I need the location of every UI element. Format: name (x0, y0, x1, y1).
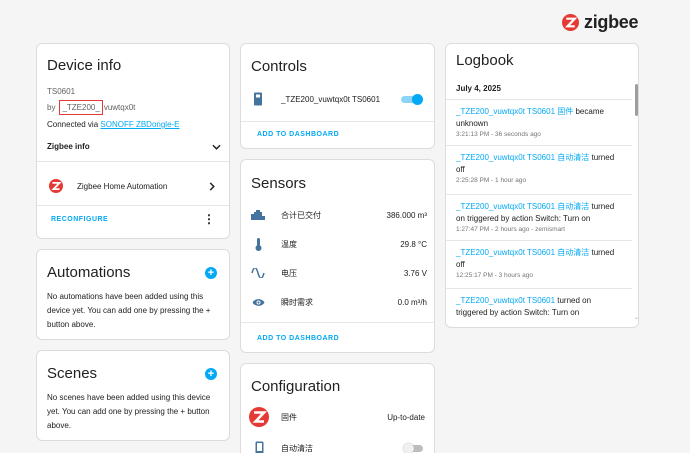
sensors-card: Sensors 合计已交付 386.000 m³ 温度 29.8 °C 电压 3… (240, 159, 435, 353)
scroll-down-icon[interactable]: ⌄ (634, 314, 638, 321)
sensor-value: 386.000 m³ (386, 210, 427, 220)
device-info-card: Device info TS0601 by _TZE200_ vuwtqx0t … (36, 43, 230, 239)
manufacturer-rest: vuwtqx0t (103, 103, 136, 112)
controls-card: Controls _TZE200_vuwtqx0t TS0601 ADD TO … (240, 43, 435, 149)
chevron-right-icon (209, 181, 215, 191)
config-label: 自动清洁 (281, 443, 313, 453)
config-toggle[interactable] (403, 443, 425, 453)
sensor-value: 3.76 V (403, 268, 427, 278)
device-model: TS0601 (47, 87, 76, 96)
zigbee-info-label: Zigbee info (47, 142, 90, 151)
log-time: 1:27:47 PM - 2 hours ago - zemismart (456, 226, 566, 233)
scenes-empty-text: No scenes have been added using this dev… (47, 393, 211, 430)
manufacturer-highlight: _TZE200_ (59, 100, 103, 115)
divider (241, 322, 434, 323)
add-to-dashboard-button[interactable]: ADD TO DASHBOARD (257, 131, 339, 138)
sensor-label: 合计已交付 (281, 210, 321, 220)
divider (37, 205, 229, 206)
sensor-label: 温度 (281, 239, 297, 249)
log-entry: _TZE200_vuwtqx0t TS0601 turned on trigge… (446, 288, 632, 327)
sensor-label: 瞬时需求 (281, 297, 313, 307)
sensor-label: 电压 (281, 268, 297, 278)
configuration-title: Configuration (251, 378, 341, 395)
control-label: _TZE200_vuwtqx0t TS0601 (281, 94, 381, 104)
log-time: 12:25:17 PM - 3 hours ago (456, 272, 533, 279)
add-scene-button[interactable]: + (205, 368, 217, 380)
integration-row[interactable]: Zigbee Home Automation (49, 179, 215, 193)
manufacturer-line: by _TZE200_ vuwtqx0t (47, 100, 135, 115)
device-info-title: Device info (47, 57, 122, 74)
controls-title: Controls (251, 58, 307, 75)
logbook-scrollbar[interactable] (635, 84, 638, 116)
zigbee-info-expander[interactable]: Zigbee info (47, 142, 221, 151)
add-automation-button[interactable]: + (205, 267, 217, 279)
more-options-icon[interactable]: ⋮ (203, 213, 215, 225)
sensors-title: Sensors (251, 175, 307, 192)
by-label: by (47, 103, 56, 112)
phone-icon (249, 438, 269, 453)
configuration-card: Configuration 固件 Up-to-date 自动清洁 (240, 363, 435, 453)
log-entity-link[interactable]: _TZE200_vuwtqx0t TS0601 自动清洁 (456, 202, 589, 211)
log-entity-link[interactable]: _TZE200_vuwtqx0t TS0601 自动清洁 (456, 248, 589, 257)
scenes-card: Scenes + No scenes have been added using… (36, 350, 230, 441)
log-time: 2:25:28 PM - 1 hour ago (456, 177, 527, 184)
log-entity-link[interactable]: _TZE200_vuwtqx0t TS0601 (456, 296, 555, 305)
logbook-card: Logbook July 4, 2025 _TZE200_vuwtqx0t TS… (445, 43, 639, 328)
sensor-row[interactable]: 合计已交付 386.000 m³ (251, 209, 427, 221)
brand-name: zigbee (584, 12, 639, 32)
log-time: 3:21:13 PM - 36 seconds ago (456, 131, 541, 138)
divider (37, 161, 229, 162)
sensor-row[interactable]: 温度 29.8 °C (251, 237, 427, 251)
eye-icon (251, 296, 265, 308)
zigbee-logo: zigbee (562, 12, 639, 33)
reconfigure-button[interactable]: RECONFIGURE (51, 216, 108, 223)
config-label: 固件 (281, 412, 297, 422)
remote-icon (254, 92, 262, 106)
zigbee-logo-icon (562, 14, 579, 31)
log-entry: _TZE200_vuwtqx0t TS0601 自动清洁 turned off … (446, 240, 632, 288)
sensor-row[interactable]: 瞬时需求 0.0 m³/h (251, 296, 427, 308)
config-row[interactable]: 自动清洁 (249, 438, 425, 453)
control-toggle[interactable] (401, 94, 423, 105)
log-entity-link[interactable]: _TZE200_vuwtqx0t TS0601 固件 (456, 107, 573, 116)
logbook-date: July 4, 2025 (456, 84, 501, 93)
logbook-entries: _TZE200_vuwtqx0t TS0601 固件 became unknow… (446, 99, 632, 327)
connected-via: Connected via SONOFF ZBDongle-E (47, 120, 180, 129)
config-row[interactable]: 固件 Up-to-date (249, 407, 425, 427)
thermometer-icon (251, 237, 265, 251)
sine-wave-icon (251, 267, 265, 279)
zigbee-icon (49, 179, 63, 193)
log-entry: _TZE200_vuwtqx0t TS0601 固件 became unknow… (446, 99, 632, 145)
zigbee-icon (249, 407, 269, 427)
divider (241, 121, 434, 122)
log-entity-link[interactable]: _TZE200_vuwtqx0t TS0601 自动清洁 (456, 153, 589, 162)
connected-via-label: Connected via (47, 120, 99, 129)
log-entry: _TZE200_vuwtqx0t TS0601 自动清洁 turned on t… (446, 194, 632, 240)
log-entry: _TZE200_vuwtqx0t TS0601 自动清洁 turned off … (446, 145, 632, 194)
control-row[interactable]: _TZE200_vuwtqx0t TS0601 (253, 92, 423, 106)
config-value: Up-to-date (387, 412, 425, 422)
integration-label: Zigbee Home Automation (77, 181, 168, 191)
scenes-title: Scenes (47, 365, 98, 382)
automations-title: Automations (47, 264, 131, 281)
coordinator-link[interactable]: SONOFF ZBDongle-E (100, 120, 179, 129)
logbook-title: Logbook (456, 52, 514, 69)
add-to-dashboard-button[interactable]: ADD TO DASHBOARD (257, 335, 339, 342)
chevron-down-icon (212, 144, 221, 150)
sensor-row[interactable]: 电压 3.76 V (251, 267, 427, 279)
automations-card: Automations + No automations have been a… (36, 249, 230, 340)
sensor-value: 0.0 m³/h (397, 297, 427, 307)
sensor-value: 29.8 °C (400, 239, 427, 249)
automations-empty-text: No automations have been added using thi… (47, 292, 211, 329)
water-pump-icon (251, 209, 265, 221)
